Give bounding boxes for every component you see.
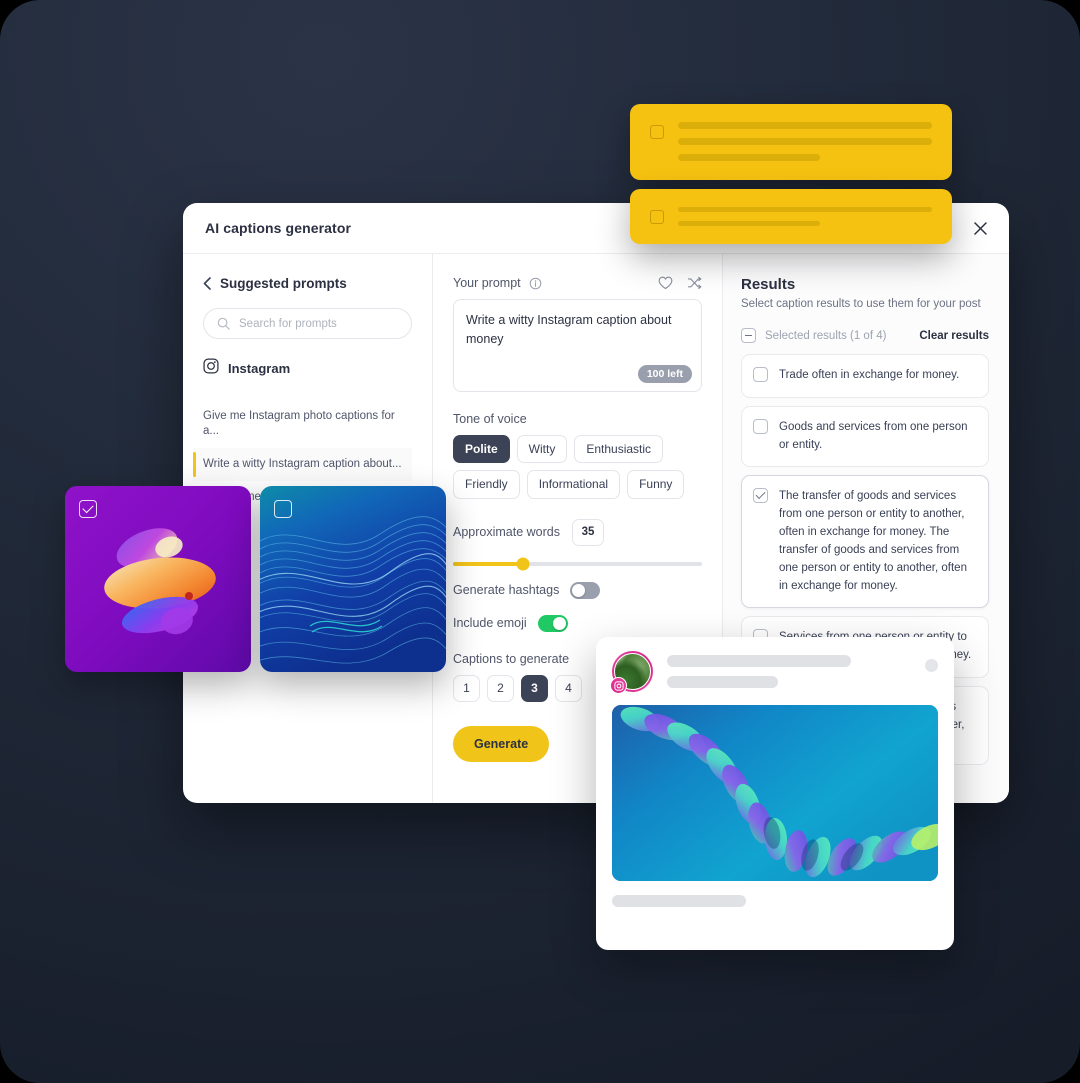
post-image <box>612 705 938 881</box>
more-options-dot[interactable] <box>925 659 938 672</box>
card-checkbox[interactable] <box>650 125 664 139</box>
list-item[interactable]: Write a witty Instagram caption about... <box>193 447 412 481</box>
tone-of-voice-label: Tone of voice <box>453 412 527 426</box>
tone-of-voice-options: Polite Witty Enthusiastic Friendly Infor… <box>453 435 702 499</box>
result-text: Goods and services from one person or en… <box>779 420 968 451</box>
generate-hashtags-label: Generate hashtags <box>453 583 560 598</box>
clear-results-button[interactable]: Clear results <box>919 330 989 342</box>
approximate-words-input[interactable]: 35 <box>572 518 604 546</box>
result-checkbox[interactable] <box>753 488 768 504</box>
app-background: AI captions generator Suggested prompts … <box>0 0 1080 1083</box>
results-title: Results <box>741 276 796 293</box>
post-caption-placeholder <box>612 895 746 907</box>
captions-count-4[interactable]: 4 <box>555 674 582 702</box>
result-text: Trade often in exchange for money. <box>779 369 960 381</box>
approximate-words-slider[interactable] <box>453 557 702 571</box>
suggested-prompts-title: Suggested prompts <box>220 276 347 291</box>
placeholder-line <box>678 154 821 161</box>
slider-fill <box>453 561 523 566</box>
characters-left-badge: 100 left <box>637 365 692 383</box>
include-emoji-toggle[interactable] <box>537 614 568 632</box>
include-emoji-label: Include emoji <box>453 616 527 631</box>
result-card[interactable]: Trade often in exchange for money. <box>741 354 989 398</box>
prompt-value: Write a witty Instagram caption about mo… <box>466 313 672 347</box>
search-input[interactable]: Search for prompts <box>203 308 412 339</box>
result-card[interactable]: Goods and services from one person or en… <box>741 405 989 468</box>
result-checkbox[interactable] <box>753 367 768 382</box>
platform-instagram[interactable]: Instagram <box>203 358 412 379</box>
tone-chip-funny[interactable]: Funny <box>627 470 685 499</box>
placeholder-lines <box>678 122 932 162</box>
yellow-placeholder-card-1[interactable] <box>630 104 952 180</box>
placeholder-line <box>678 207 932 212</box>
instagram-icon <box>610 677 627 694</box>
shuffle-icon[interactable] <box>687 276 702 290</box>
info-circle-icon[interactable] <box>529 277 542 290</box>
generate-button[interactable]: Generate <box>453 725 550 762</box>
tone-chip-enthusiastic[interactable]: Enthusiastic <box>574 435 664 464</box>
close-icon[interactable] <box>967 215 993 241</box>
search-icon <box>217 317 230 330</box>
instagram-post-preview[interactable] <box>596 637 954 950</box>
post-author-placeholder <box>667 651 938 688</box>
tone-chip-informational[interactable]: Informational <box>526 470 621 499</box>
approximate-words-row: Approximate words 35 <box>453 518 702 546</box>
abstract-purple-thumbnail[interactable] <box>65 486 251 672</box>
thumbnail-checkbox[interactable] <box>79 500 97 518</box>
card-checkbox[interactable] <box>650 210 664 224</box>
placeholder-line <box>667 676 779 688</box>
selected-results-label: Selected results (1 of 4) <box>765 329 887 342</box>
include-emoji-row: Include emoji <box>453 614 702 632</box>
select-all-checkbox[interactable] <box>741 328 756 343</box>
yellow-placeholder-card-2[interactable] <box>630 189 952 244</box>
thumbnail-checkbox[interactable] <box>274 500 292 518</box>
result-checkbox[interactable] <box>753 418 768 434</box>
generate-hashtags-row: Generate hashtags <box>453 581 702 599</box>
prompt-label: Your prompt <box>453 276 521 290</box>
placeholder-line <box>678 122 932 129</box>
chevron-left-icon[interactable] <box>203 277 211 290</box>
prompt-textarea[interactable]: Write a witty Instagram caption about mo… <box>453 299 702 392</box>
tone-chip-witty[interactable]: Witty <box>516 435 568 464</box>
result-text: The transfer of goods and services from … <box>779 490 967 592</box>
result-card[interactable]: The transfer of goods and services from … <box>741 475 989 609</box>
blue-waves-thumbnail[interactable] <box>260 486 446 672</box>
list-item[interactable]: Give me Instagram photo captions for a..… <box>193 400 412 448</box>
platform-label: Instagram <box>228 361 291 376</box>
placeholder-lines <box>678 207 932 226</box>
captions-count-2[interactable]: 2 <box>487 674 514 702</box>
placeholder-line <box>678 138 932 145</box>
tone-chip-friendly[interactable]: Friendly <box>453 470 520 499</box>
generate-hashtags-toggle[interactable] <box>570 581 601 599</box>
captions-count-1[interactable]: 1 <box>453 674 480 702</box>
approximate-words-label: Approximate words <box>453 525 560 540</box>
page-title: AI captions generator <box>205 220 352 236</box>
avatar <box>610 651 653 694</box>
tone-chip-polite[interactable]: Polite <box>453 435 510 464</box>
post-header <box>610 651 938 694</box>
suggested-prompts-header: Suggested prompts <box>203 276 412 291</box>
prompt-label-row: Your prompt <box>453 276 702 290</box>
instagram-icon <box>203 358 219 379</box>
heart-icon[interactable] <box>658 276 673 290</box>
placeholder-line <box>667 655 852 667</box>
results-toolbar: Selected results (1 of 4) Clear results <box>741 328 989 343</box>
results-subtitle: Select caption results to use them for y… <box>741 298 981 310</box>
slider-thumb[interactable] <box>516 557 530 571</box>
captions-count-3[interactable]: 3 <box>521 674 548 702</box>
placeholder-line <box>678 221 821 226</box>
search-placeholder: Search for prompts <box>239 317 337 330</box>
